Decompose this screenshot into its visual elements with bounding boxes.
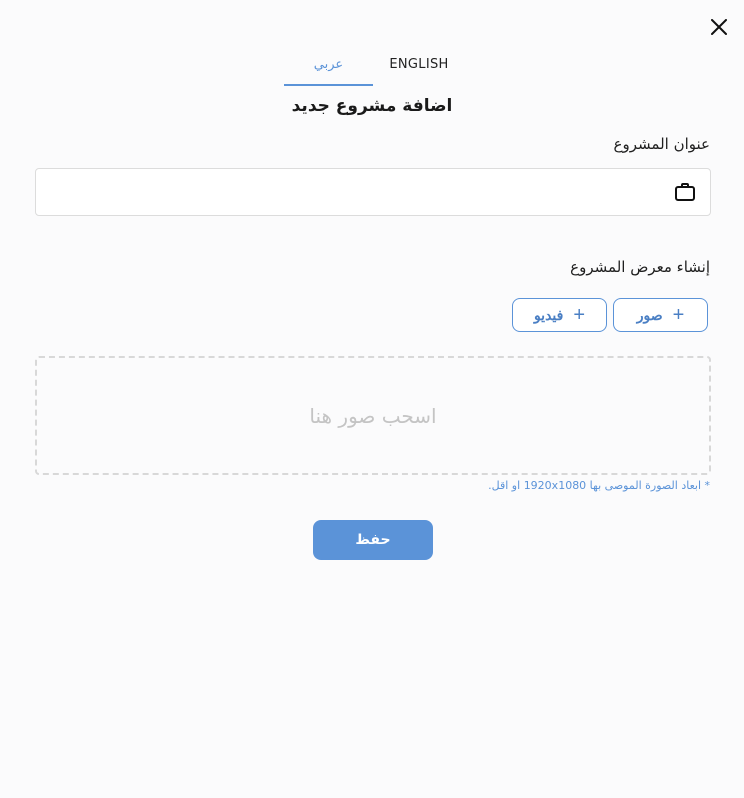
project-title-input[interactable] <box>36 169 656 213</box>
project-title-label: عنوان المشروع <box>613 135 710 153</box>
plus-icon: + <box>672 304 685 326</box>
tab-english[interactable]: ENGLISH <box>374 44 464 84</box>
close-button[interactable] <box>704 12 734 42</box>
video-button-label: فيديو <box>533 306 564 323</box>
image-dropzone[interactable]: اسحب صور هنا <box>35 356 711 475</box>
plus-icon: + <box>573 304 586 326</box>
save-button[interactable]: حفظ <box>313 520 433 560</box>
close-icon <box>711 19 727 35</box>
dropzone-text: اسحب صور هنا <box>309 403 437 428</box>
page-title: اضافة مشروع جديد <box>291 96 453 116</box>
briefcase-icon <box>675 183 695 201</box>
tab-arabic[interactable]: عربي <box>284 44 373 86</box>
images-button-label: صور <box>636 306 663 323</box>
project-title-field <box>35 168 711 216</box>
add-video-button[interactable]: فيديو + <box>512 298 607 332</box>
add-images-button[interactable]: صور + <box>613 298 708 332</box>
image-size-hint: * ابعاد الصورة الموصى بها 1920x1080 او ا… <box>488 479 710 492</box>
gallery-label: إنشاء معرض المشروع <box>570 258 710 276</box>
language-tabs: عربي ENGLISH <box>0 44 744 86</box>
